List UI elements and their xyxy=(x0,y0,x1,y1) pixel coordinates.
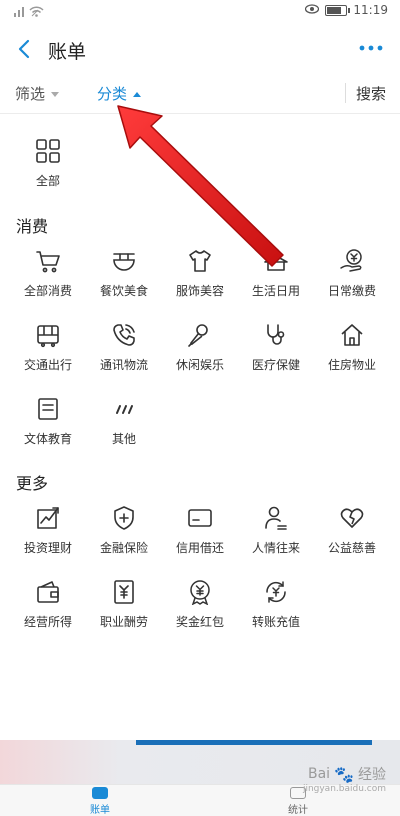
category-label: 职业酬劳 xyxy=(99,615,148,629)
cart-icon xyxy=(36,251,60,273)
category-label: 人情往来 xyxy=(251,541,300,555)
bill-icon xyxy=(92,787,108,799)
section-title-consumption: 消费 xyxy=(16,217,49,236)
watermark-brand: Bai xyxy=(308,766,331,782)
filter-bar: 筛选 分类 搜索 xyxy=(0,72,400,114)
tab-bill[interactable]: 账单 xyxy=(70,785,130,816)
category-education[interactable]: 文体教育 xyxy=(10,396,86,460)
category-utility-bills[interactable]: 日常缴费 xyxy=(314,248,390,312)
category-medical[interactable]: 医疗保健 xyxy=(238,322,314,386)
category-label: 生活日用 xyxy=(251,284,300,298)
category-transport[interactable]: 交通出行 xyxy=(10,322,86,386)
chevron-left-icon xyxy=(18,39,30,59)
nav-bar: 账单 xyxy=(0,26,400,72)
category-dining[interactable]: 餐饮美食 xyxy=(86,248,162,312)
page-title: 账单 xyxy=(48,41,87,63)
back-button[interactable] xyxy=(14,36,36,62)
category-label: 信用借还 xyxy=(175,541,224,555)
chart-icon xyxy=(37,507,59,529)
tab-label: 统计 xyxy=(288,805,308,816)
category-label: 全部消费 xyxy=(23,284,72,298)
category-label: 餐饮美食 xyxy=(99,284,148,298)
signal-icon xyxy=(14,4,54,21)
tab-label: 账单 xyxy=(90,805,110,816)
stethoscope-icon xyxy=(267,324,285,345)
category-housing[interactable]: 住房物业 xyxy=(314,322,390,386)
medal-icon xyxy=(190,580,210,605)
yen-doc-icon xyxy=(114,580,134,604)
category-label: 通讯物流 xyxy=(99,358,148,372)
category-label: 奖金红包 xyxy=(175,615,224,629)
category-credit[interactable]: 信用借还 xyxy=(162,505,238,569)
card-icon xyxy=(188,509,212,527)
paw-icon: 🐾 xyxy=(334,764,354,784)
battery-icon xyxy=(325,4,351,16)
triangle-up-icon xyxy=(133,92,142,97)
status-time: 11:19 xyxy=(353,3,388,17)
category-telecom[interactable]: 通讯物流 xyxy=(86,322,162,386)
heart-icon xyxy=(340,508,364,528)
person-icon xyxy=(265,506,287,530)
category-all-consumption[interactable]: 全部消费 xyxy=(10,248,86,312)
category-label: 全部 xyxy=(35,174,60,188)
microphone-icon xyxy=(188,324,208,347)
bowl-icon xyxy=(113,253,135,271)
category-other[interactable]: 其他 xyxy=(86,396,162,460)
slashes-icon xyxy=(116,405,133,414)
category-transfer[interactable]: 转账充值 xyxy=(238,579,314,643)
divider xyxy=(345,83,346,103)
phone-icon xyxy=(113,324,135,346)
tshirt-icon xyxy=(189,250,211,272)
category-label: 投资理财 xyxy=(23,541,72,555)
hanger-icon xyxy=(264,248,288,271)
watermark-suffix: 经验 xyxy=(358,767,386,783)
category-clothing[interactable]: 服饰美容 xyxy=(162,248,238,312)
shield-icon xyxy=(114,506,134,530)
more-dots-icon xyxy=(359,45,383,51)
search-button[interactable]: 搜索 xyxy=(356,83,386,104)
book-icon xyxy=(38,398,58,420)
category-leisure[interactable]: 休闲娱乐 xyxy=(162,322,238,386)
refresh-yen-icon xyxy=(266,581,286,603)
bottom-area: 账单 统计 Bai 🐾 经验 jingyan.baidu.com xyxy=(0,740,400,816)
category-label: 服饰美容 xyxy=(175,284,224,298)
eye-icon xyxy=(305,3,320,17)
category-label: 公益慈善 xyxy=(327,541,376,555)
category-business-income[interactable]: 经营所得 xyxy=(10,579,86,643)
filter-dropdown[interactable]: 筛选 xyxy=(15,83,60,104)
category-charity[interactable]: 公益慈善 xyxy=(314,505,390,569)
category-social[interactable]: 人情往来 xyxy=(238,505,314,569)
category-all[interactable]: 全部 xyxy=(10,138,86,202)
triangle-down-icon xyxy=(51,92,60,97)
category-label: 日常缴费 xyxy=(327,284,376,298)
category-salary[interactable]: 职业酬劳 xyxy=(86,579,162,643)
category-dropdown[interactable]: 分类 xyxy=(97,83,142,104)
category-label: 其他 xyxy=(111,432,136,446)
category-label: 转账充值 xyxy=(251,615,300,629)
category-insurance[interactable]: 金融保险 xyxy=(86,505,162,569)
bus-icon xyxy=(37,325,59,348)
category-daily-goods[interactable]: 生活日用 xyxy=(238,248,314,312)
category-label: 分类 xyxy=(97,85,128,103)
filter-label: 筛选 xyxy=(15,85,46,103)
watermark: Bai 🐾 经验 jingyan.baidu.com xyxy=(303,764,386,795)
category-investment[interactable]: 投资理财 xyxy=(10,505,86,569)
house-icon xyxy=(341,324,363,346)
section-title-more: 更多 xyxy=(16,474,49,493)
watermark-url: jingyan.baidu.com xyxy=(302,784,386,794)
category-label: 金融保险 xyxy=(99,541,148,555)
more-button[interactable] xyxy=(358,40,384,56)
category-label: 住房物业 xyxy=(327,358,376,372)
category-label: 休闲娱乐 xyxy=(175,358,224,372)
category-bonus[interactable]: 奖金红包 xyxy=(162,579,238,643)
coin-hand-icon xyxy=(340,249,362,272)
wallet-icon xyxy=(37,581,59,603)
grid-icon xyxy=(36,139,60,163)
category-label: 文体教育 xyxy=(23,432,72,446)
category-label: 经营所得 xyxy=(23,615,72,629)
status-right: 11:19 xyxy=(305,3,388,17)
category-label: 医疗保健 xyxy=(251,358,300,372)
status-bar: 11:19 xyxy=(0,0,400,26)
category-label: 交通出行 xyxy=(23,358,72,372)
